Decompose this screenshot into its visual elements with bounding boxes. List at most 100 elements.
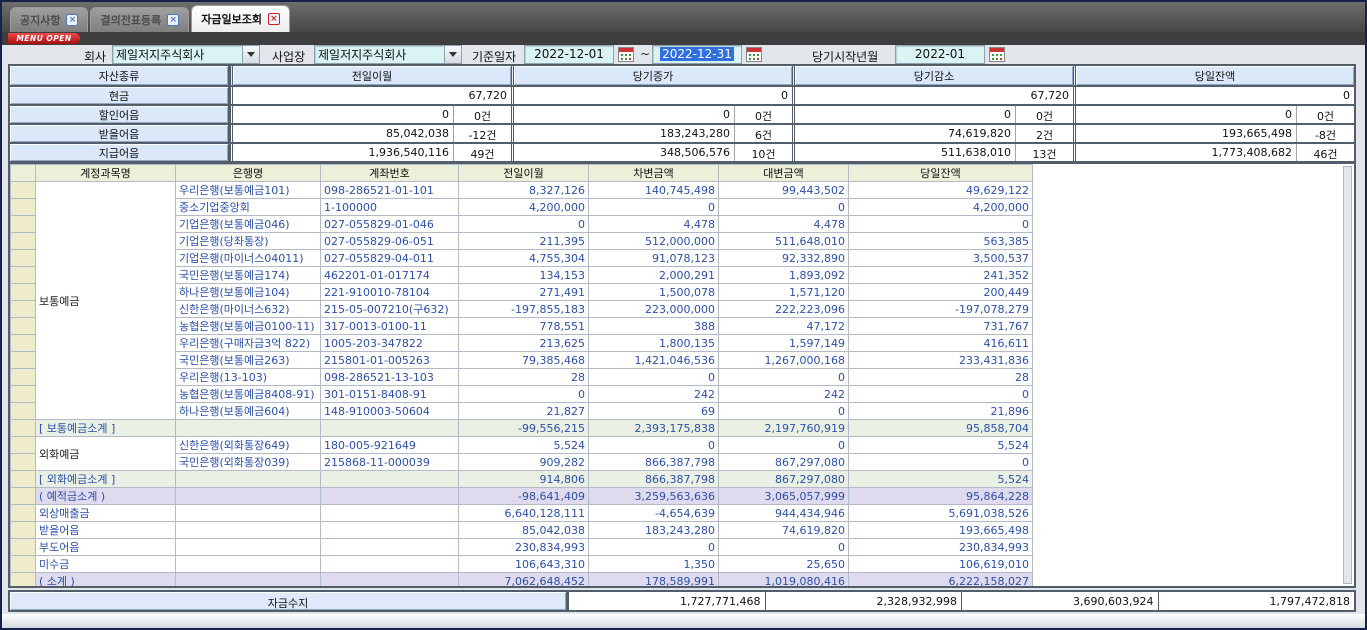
summary-count: 0건 — [453, 106, 511, 123]
grid-row[interactable]: [ 외화예금소계 ]914,806866,387,798867,297,0805… — [11, 471, 1033, 488]
amount-cell: 222,223,096 — [719, 301, 849, 318]
row-selector-cell[interactable] — [11, 471, 36, 488]
bizplace-value: 제일저지주식회사 — [315, 46, 444, 63]
summary-amount: 0 — [795, 106, 1015, 123]
row-selector-cell[interactable] — [11, 335, 36, 352]
row-selector-cell[interactable] — [11, 420, 36, 437]
summary-amount: 1,773,408,682 — [1076, 144, 1296, 161]
calendar-icon[interactable] — [618, 47, 634, 62]
row-selector-cell[interactable] — [11, 522, 36, 539]
row-selector-cell[interactable] — [11, 505, 36, 522]
bank-name-cell: 우리은행(13-103) — [176, 369, 321, 386]
period-start-input[interactable]: 2022-01 — [895, 45, 985, 64]
base-date-to-input[interactable]: 2022-12-31 — [652, 45, 742, 64]
row-selector-cell[interactable] — [11, 556, 36, 573]
account-name-cell: ( 예적금소계 ) — [36, 488, 176, 505]
grid-row[interactable]: ( 소계 )7,062,648,452178,589,9911,019,080,… — [11, 573, 1033, 589]
account-number-cell: 301-0151-8408-91 — [321, 386, 459, 403]
row-selector-cell[interactable] — [11, 573, 36, 589]
row-selector-cell[interactable] — [11, 352, 36, 369]
amount-cell: 867,297,080 — [719, 454, 849, 471]
account-number-cell — [321, 420, 459, 437]
grid-row[interactable]: 받을어음85,042,038183,243,28074,619,820193,6… — [11, 522, 1033, 539]
row-selector-cell[interactable] — [11, 386, 36, 403]
grid-col-header[interactable]: 은행명 — [176, 165, 321, 182]
summary-cell: 183,243,2806건 — [511, 125, 792, 142]
summary-row[interactable]: 받을어음85,042,038-12건183,243,2806건74,619,82… — [10, 123, 1354, 142]
amount-cell: 99,443,502 — [719, 182, 849, 199]
grid-row[interactable]: 부도어음230,834,99300230,834,993 — [11, 539, 1033, 556]
grid-col-header[interactable]: 차변금액 — [589, 165, 719, 182]
grid-col-header[interactable]: 당일잔액 — [849, 165, 1033, 182]
grid-row[interactable]: ( 예적금소계 )-98,641,4093,259,563,6363,065,0… — [11, 488, 1033, 505]
tab-결의전표등록[interactable]: 결의전표등록× — [90, 7, 189, 32]
chevron-down-icon[interactable] — [242, 46, 259, 63]
tab-자금일보조회[interactable]: 자금일보조회× — [191, 5, 290, 32]
footer-amount: 1,797,472,818 — [1158, 592, 1355, 610]
row-selector-cell[interactable] — [11, 318, 36, 335]
vertical-scrollbar[interactable] — [1343, 166, 1352, 584]
account-number-cell — [321, 471, 459, 488]
row-selector-cell[interactable] — [11, 182, 36, 199]
grid-col-header[interactable]: 대변금액 — [719, 165, 849, 182]
grid-row[interactable]: 미수금106,643,3101,35025,650106,619,010 — [11, 556, 1033, 573]
account-number-cell — [321, 505, 459, 522]
grid-row[interactable]: 외상매출금6,640,128,111-4,654,639944,434,9465… — [11, 505, 1033, 522]
row-selector-cell[interactable] — [11, 369, 36, 386]
grid-row[interactable]: 보통예금우리은행(보통예금101)098-286521-01-1018,327,… — [11, 182, 1033, 199]
row-selector-cell[interactable] — [11, 488, 36, 505]
summary-row[interactable]: 지급어음1,936,540,11649건348,506,57610건511,63… — [10, 142, 1354, 161]
close-icon[interactable]: × — [268, 13, 280, 25]
row-selector-cell[interactable] — [11, 284, 36, 301]
bank-name-cell: 농협은행(보통예금0100-11) — [176, 318, 321, 335]
tab-공지사항[interactable]: 공지사항× — [10, 7, 88, 32]
amount-cell: 5,524 — [459, 437, 589, 454]
amount-cell: 388 — [589, 318, 719, 335]
calendar-icon[interactable] — [746, 47, 762, 62]
grid-col-header[interactable]: 계정과목명 — [36, 165, 176, 182]
menu-open-button[interactable]: MENU OPEN — [8, 33, 80, 44]
row-selector-cell[interactable] — [11, 267, 36, 284]
close-icon[interactable]: × — [66, 14, 78, 26]
amount-cell: 271,491 — [459, 284, 589, 301]
calendar-icon[interactable] — [989, 47, 1005, 62]
grid-col-header[interactable]: 전일이월 — [459, 165, 589, 182]
row-selector-cell[interactable] — [11, 233, 36, 250]
bank-name-cell: 신한은행(외화통장649) — [176, 437, 321, 454]
company-label: 회사 — [84, 48, 106, 65]
status-strip — [2, 614, 1365, 628]
base-date-from-input[interactable]: 2022-12-01 — [524, 45, 614, 64]
row-selector-cell[interactable] — [11, 437, 36, 454]
chevron-down-icon[interactable] — [444, 46, 461, 63]
account-number-cell: 027-055829-04-011 — [321, 250, 459, 267]
summary-cell: 348,506,57610건 — [511, 144, 792, 161]
grid-col-header[interactable]: 계좌번호 — [321, 165, 459, 182]
row-selector-cell[interactable] — [11, 199, 36, 216]
grid-row[interactable]: [ 보통예금소계 ]-99,556,2152,393,175,8382,197,… — [11, 420, 1033, 437]
footer-amount: 1,727,771,468 — [568, 592, 765, 610]
company-select[interactable]: 제일저지주식회사 — [112, 45, 260, 64]
amount-cell: 0 — [849, 454, 1033, 471]
amount-cell: 0 — [459, 386, 589, 403]
row-selector-cell[interactable] — [11, 301, 36, 318]
grid-row[interactable]: 외화예금신한은행(외화통장649)180-005-9216495,524005,… — [11, 437, 1033, 454]
amount-cell: 85,042,038 — [459, 522, 589, 539]
row-selector-cell[interactable] — [11, 539, 36, 556]
summary-amount: 0 — [1076, 87, 1354, 104]
row-selector-cell[interactable] — [11, 454, 36, 471]
bizplace-select[interactable]: 제일저지주식회사 — [314, 45, 462, 64]
row-selector-cell[interactable] — [11, 216, 36, 233]
amount-cell: 74,619,820 — [719, 522, 849, 539]
summary-row[interactable]: 현금67,720067,7200 — [10, 85, 1354, 104]
row-selector-cell[interactable] — [11, 403, 36, 420]
row-selector-cell[interactable] — [11, 250, 36, 267]
close-icon[interactable]: × — [167, 14, 179, 26]
amount-cell: 4,200,000 — [459, 199, 589, 216]
bank-name-cell — [176, 471, 321, 488]
amount-cell: 140,745,498 — [589, 182, 719, 199]
summary-row[interactable]: 할인어음00건00건00건00건 — [10, 104, 1354, 123]
summary-amount: 0 — [514, 87, 792, 104]
amount-cell: 1,571,120 — [719, 284, 849, 301]
amount-cell: 0 — [719, 539, 849, 556]
summary-amount: 67,720 — [233, 87, 511, 104]
